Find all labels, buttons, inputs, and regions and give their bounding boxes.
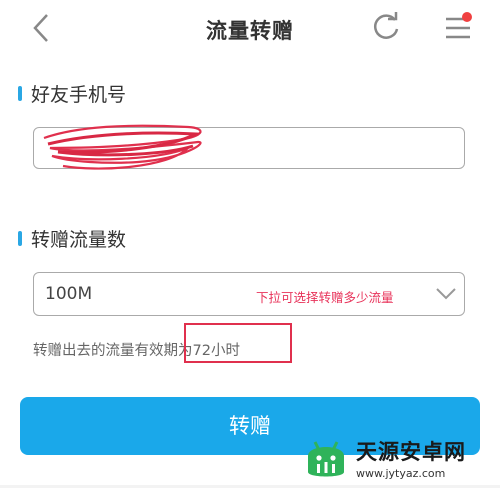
friend-phone-label: 好友手机号 <box>18 80 126 107</box>
selected-amount: 100M <box>45 284 93 304</box>
friend-phone-label-text: 好友手机号 <box>31 84 127 106</box>
watermark-url: www.jytyaz.com <box>356 466 446 480</box>
watermark-text: 天源安卓网 www.jytyaz.com <box>356 436 466 480</box>
page-title: 流量转赠 <box>206 19 294 43</box>
chevron-down-icon <box>436 288 456 300</box>
notification-dot <box>462 12 472 22</box>
validity-note-prefix: 转赠出去的流量有效期 <box>33 343 178 359</box>
watermark-logo-icon <box>300 432 352 484</box>
annotation-highlight-box <box>184 323 292 363</box>
refresh-icon <box>374 12 399 39</box>
site-watermark: 天源安卓网 www.jytyaz.com <box>300 430 500 485</box>
top-navigation-bar: 流量转赠 <box>0 0 500 58</box>
section-accent-bar <box>18 231 22 246</box>
redaction-scribble <box>43 124 202 170</box>
dropdown-hint-annotation: 下拉可选择转赠多少流量 <box>256 290 394 305</box>
transfer-amount-label-text: 转赠流量数 <box>31 229 127 251</box>
transfer-amount-select[interactable]: 100M 下拉可选择转赠多少流量 <box>33 272 465 316</box>
transfer-amount-label: 转赠流量数 <box>18 225 126 252</box>
section-accent-bar <box>18 86 22 101</box>
refresh-button[interactable] <box>368 10 404 46</box>
watermark-site-name: 天源安卓网 <box>356 439 466 464</box>
